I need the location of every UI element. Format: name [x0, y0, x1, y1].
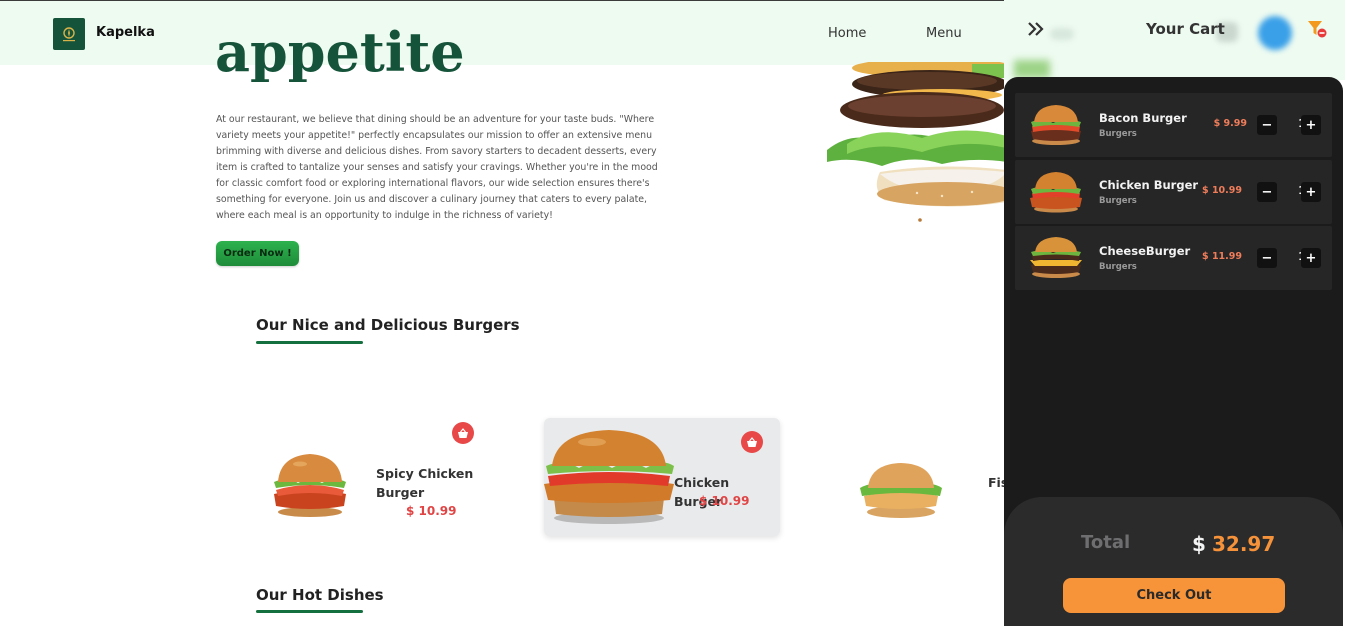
cart-title: Your Cart: [1146, 20, 1225, 38]
filter-clear-icon: [1308, 21, 1327, 38]
nav-link-menu[interactable]: Menu: [926, 26, 962, 41]
kapelka-logo-icon[interactable]: [53, 18, 85, 50]
cart-header-background: [1004, 0, 1345, 80]
total-amount: 32.97: [1212, 532, 1276, 556]
section-underline: [256, 341, 363, 344]
section-underline: [256, 610, 363, 613]
cart-item-category: Burgers: [1099, 129, 1137, 139]
decrease-quantity-button[interactable]: −: [1257, 248, 1277, 268]
chicken-burger-thumbnail: [1030, 172, 1082, 213]
double-chevron-right-icon: [1028, 22, 1044, 36]
basket-icon: [458, 427, 468, 438]
increase-quantity-button[interactable]: +: [1301, 115, 1321, 135]
basket-icon: [747, 436, 757, 447]
collapse-cart-button[interactable]: [1024, 18, 1048, 40]
chicken-burger-image: [544, 430, 674, 524]
decrease-quantity-button[interactable]: −: [1257, 115, 1277, 135]
decrease-quantity-button[interactable]: −: [1257, 182, 1277, 202]
cart-item-category: Burgers: [1099, 262, 1137, 272]
fish-burger-image: [860, 463, 942, 518]
checkout-button[interactable]: Check Out: [1063, 578, 1285, 613]
product-price: $ 10.99: [699, 494, 750, 508]
product-price: $ 10.99: [406, 504, 457, 518]
cart-item: CheeseBurger Burgers $ 11.99 − 1 +: [1015, 226, 1332, 290]
total-label: Total: [1081, 532, 1131, 553]
order-now-button[interactable]: Order Now !: [216, 241, 299, 266]
clear-cart-button[interactable]: [1306, 18, 1328, 40]
cart-item-name: CheeseBurger: [1099, 244, 1191, 258]
cart-item-name: Bacon Burger: [1099, 111, 1187, 125]
blurred-nav-item: [1050, 28, 1074, 40]
add-to-basket-button[interactable]: [452, 422, 474, 444]
hero-description: At our restaurant, we believe that dinin…: [216, 114, 658, 221]
product-card-spicy-chicken-burger[interactable]: Spicy Chicken Burger $ 10.99: [258, 418, 480, 536]
cart-item-price: $ 9.99: [1213, 118, 1247, 129]
hero-burger-image: [827, 62, 1012, 222]
cart-item-price: $ 10.99: [1202, 185, 1242, 196]
product-name-line2: Burger: [376, 485, 425, 500]
cart-item: Bacon Burger Burgers $ 9.99 − 1 +: [1015, 93, 1332, 157]
cheeseburger-thumbnail: [1030, 237, 1082, 278]
product-card-chicken-burger[interactable]: Chicken Burger $ 10.99: [544, 418, 780, 536]
cart-item: Chicken Burger Burgers $ 10.99 − 1 +: [1015, 160, 1332, 224]
hero-heading: appetite: [215, 20, 465, 82]
product-name: Spicy Chicken Burger: [376, 464, 473, 502]
total-currency: $: [1192, 532, 1206, 556]
increase-quantity-button[interactable]: +: [1301, 182, 1321, 202]
add-to-basket-button[interactable]: [741, 431, 763, 453]
blurred-hero-image: [1014, 60, 1050, 78]
nav-link-home[interactable]: Home: [828, 26, 866, 41]
section-title-burgers: Our Nice and Delicious Burgers: [256, 316, 520, 334]
spicy-chicken-burger-image: [274, 454, 346, 517]
cart-item-category: Burgers: [1099, 196, 1137, 206]
avatar: [1258, 16, 1292, 50]
increase-quantity-button[interactable]: +: [1301, 248, 1321, 268]
brand-name[interactable]: Kapelka: [96, 25, 155, 40]
section-title-hot-dishes: Our Hot Dishes: [256, 586, 384, 604]
product-card-fish-burger[interactable]: Fis: [848, 418, 1008, 536]
bacon-burger-thumbnail: [1031, 105, 1081, 145]
cart-item-price: $ 11.99: [1202, 251, 1242, 262]
product-name-line1: Spicy Chicken: [376, 466, 474, 481]
